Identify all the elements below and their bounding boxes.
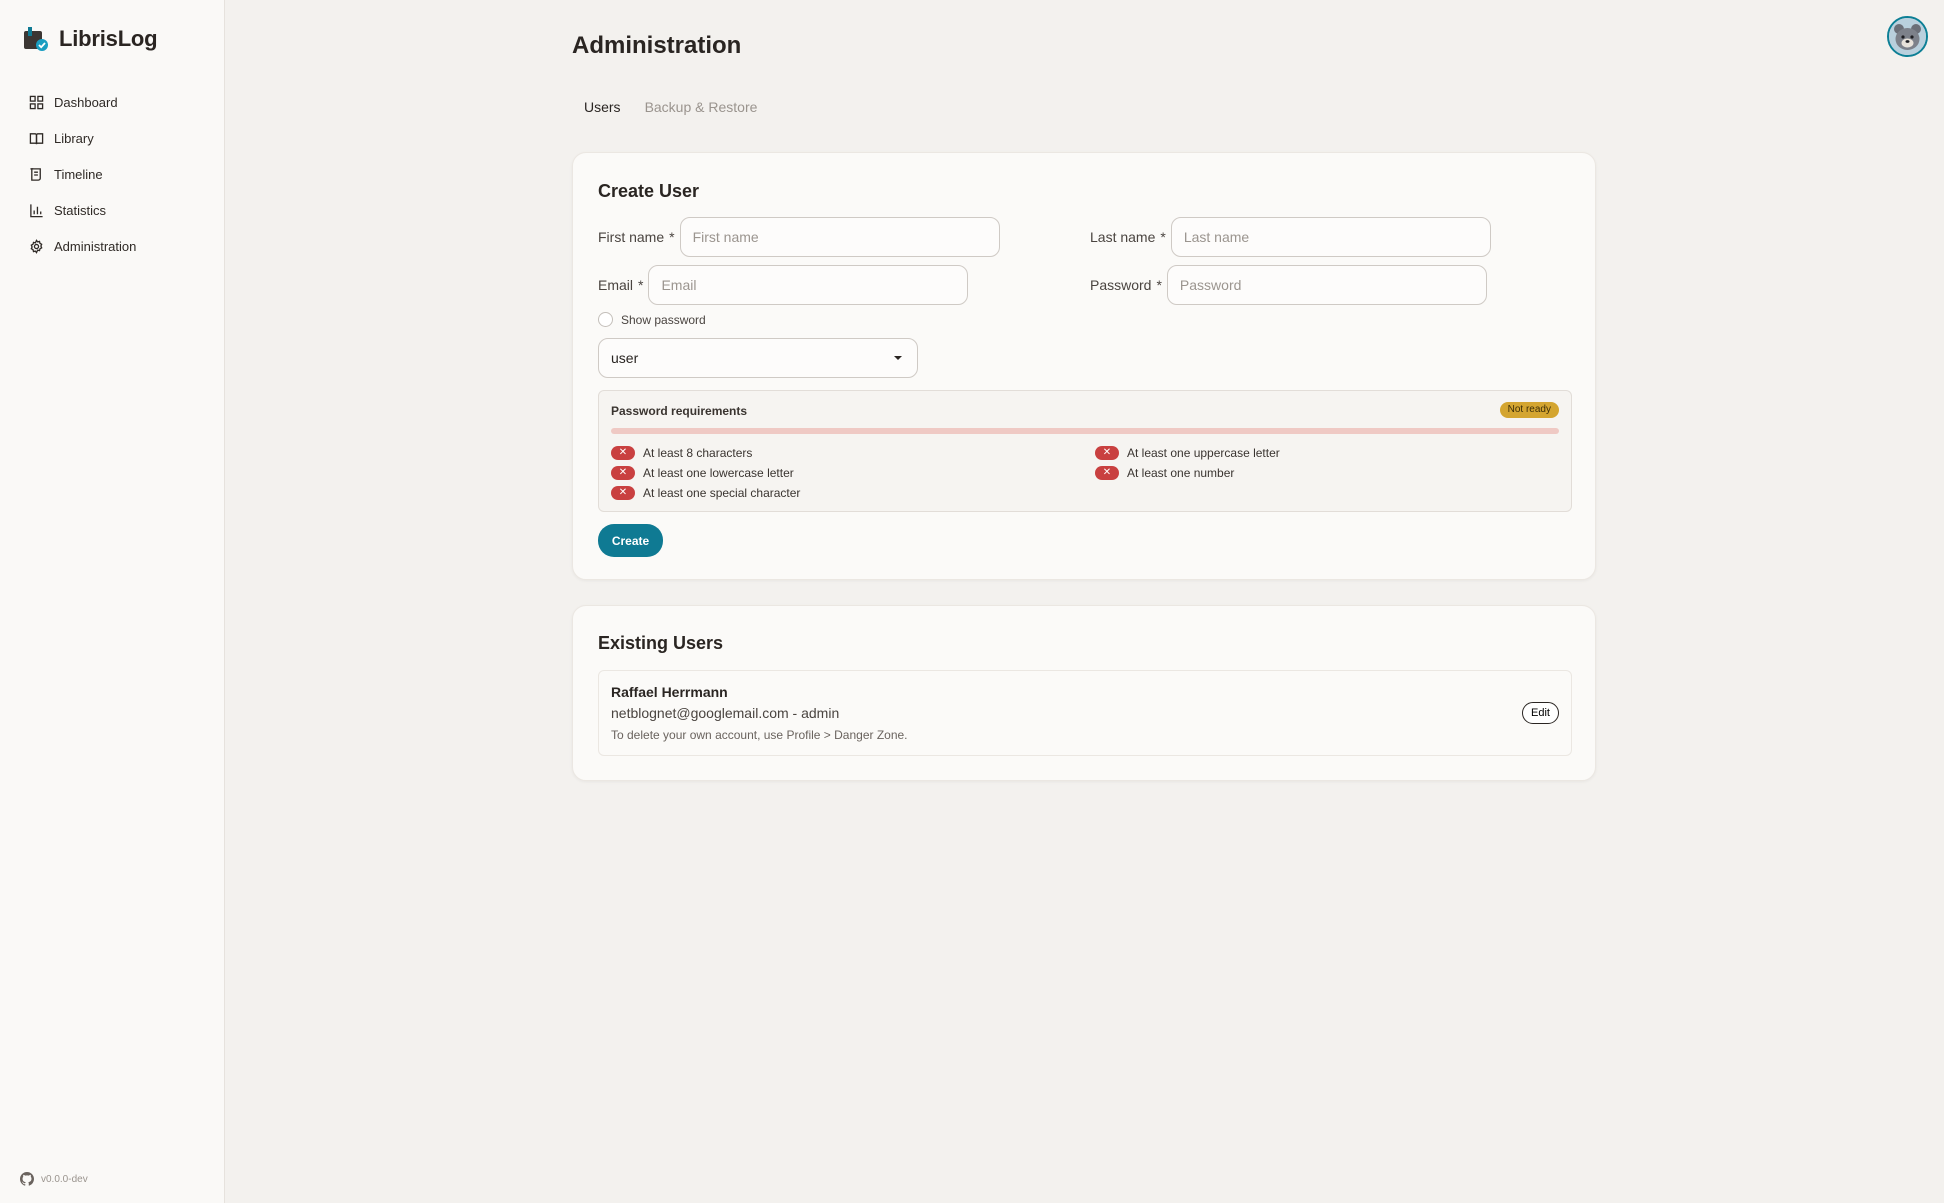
required-marker: * [669,229,675,245]
sidebar-item-label: Timeline [54,166,103,182]
sidebar-footer: v0.0.0-dev [20,1172,88,1186]
user-note: To delete your own account, use Profile … [611,728,908,742]
user-name: Raffael Herrmann [611,684,728,700]
x-icon: ✕ [611,446,635,460]
version-label: v0.0.0-dev [41,1173,88,1185]
requirement-label: At least 8 characters [643,446,753,460]
show-password-label: Show password [621,312,706,327]
user-row: Raffael Herrmann netblognet@googlemail.c… [598,670,1572,756]
user-email-role: netblognet@googlemail.com - admin [611,705,840,721]
x-icon: ✕ [1095,466,1119,480]
requirement-label: At least one special character [643,486,801,500]
sidebar-item-label: Statistics [54,202,107,218]
password-requirements: Password requirements Not ready ✕ At lea… [598,390,1572,512]
requirement-label: At least one number [1127,466,1235,480]
sidebar-item-administration[interactable]: Administration [29,228,136,264]
first-name-label: First name [598,229,665,245]
required-marker: * [1160,229,1166,245]
sidebar-item-label: Administration [54,238,137,254]
last-name-input[interactable] [1170,217,1491,257]
required-marker: * [638,277,644,293]
caret-down-icon [894,356,902,360]
app-name: LibrisLog [59,26,158,51]
required-marker: * [1156,277,1162,293]
email-field: Email * [598,265,969,305]
sidebar-item-timeline[interactable]: Timeline [29,156,136,192]
requirements-progress [611,428,1559,434]
logo-icon [24,27,48,51]
requirement-item: ✕ At least one special character [611,486,800,500]
timeline-icon [30,167,41,181]
x-icon: ✕ [611,486,635,500]
brand[interactable]: LibrisLog [23,26,158,52]
bear-avatar-icon [1889,18,1926,55]
create-user-title: Create User [598,181,700,201]
create-user-card: Create User First name * Last name * Ema… [572,152,1596,580]
requirements-title: Password requirements [611,404,748,418]
tab-users[interactable]: Users [584,99,621,115]
sidebar-nav: Dashboard Library Timeline Statistics Ad… [29,84,136,264]
admin-tabs: Users Backup & Restore [584,99,757,115]
gear-icon [30,238,43,254]
bar-chart-icon [30,203,43,217]
status-badge: Not ready [1499,402,1559,418]
show-password-checkbox[interactable] [598,312,613,327]
existing-users-card: Existing Users Raffael Herrmann netblogn… [572,605,1596,781]
tab-backup-restore[interactable]: Backup & Restore [645,99,758,115]
sidebar-item-statistics[interactable]: Statistics [29,192,136,228]
requirement-item: ✕ At least one uppercase letter [1095,446,1280,460]
role-select-value: user [611,350,639,366]
last-name-label: Last name [1090,229,1156,245]
x-icon: ✕ [1095,446,1119,460]
create-button[interactable]: Create [598,524,663,557]
password-input[interactable] [1166,265,1487,305]
sidebar: LibrisLog Dashboard Library Timeline Sta… [0,0,225,1203]
requirement-item: ✕ At least one number [1095,466,1234,480]
password-label: Password [1090,277,1152,293]
existing-users-title: Existing Users [598,633,724,653]
sidebar-item-label: Dashboard [54,94,118,110]
grid-icon [29,95,44,109]
first-name-input[interactable] [679,217,1000,257]
page-title: Administration [572,32,742,59]
email-label: Email [598,277,634,293]
requirement-item: ✕ At least 8 characters [611,446,752,460]
sidebar-item-label: Library [54,130,94,146]
x-icon: ✕ [611,466,635,480]
github-icon[interactable] [20,1172,34,1186]
requirement-label: At least one lowercase letter [643,466,794,480]
requirement-item: ✕ At least one lowercase letter [611,466,794,480]
password-field: Password * [1090,265,1487,305]
last-name-field: Last name * [1090,217,1491,257]
role-select[interactable]: user [598,338,918,378]
requirement-label: At least one uppercase letter [1127,446,1280,460]
edit-user-button[interactable]: Edit [1522,702,1559,724]
sidebar-item-library[interactable]: Library [29,120,136,156]
book-icon [29,132,44,144]
sidebar-item-dashboard[interactable]: Dashboard [29,84,136,120]
user-avatar[interactable] [1887,16,1928,57]
first-name-field: First name * [598,217,1000,257]
show-password-toggle[interactable]: Show password [598,312,706,327]
email-input[interactable] [648,265,969,305]
